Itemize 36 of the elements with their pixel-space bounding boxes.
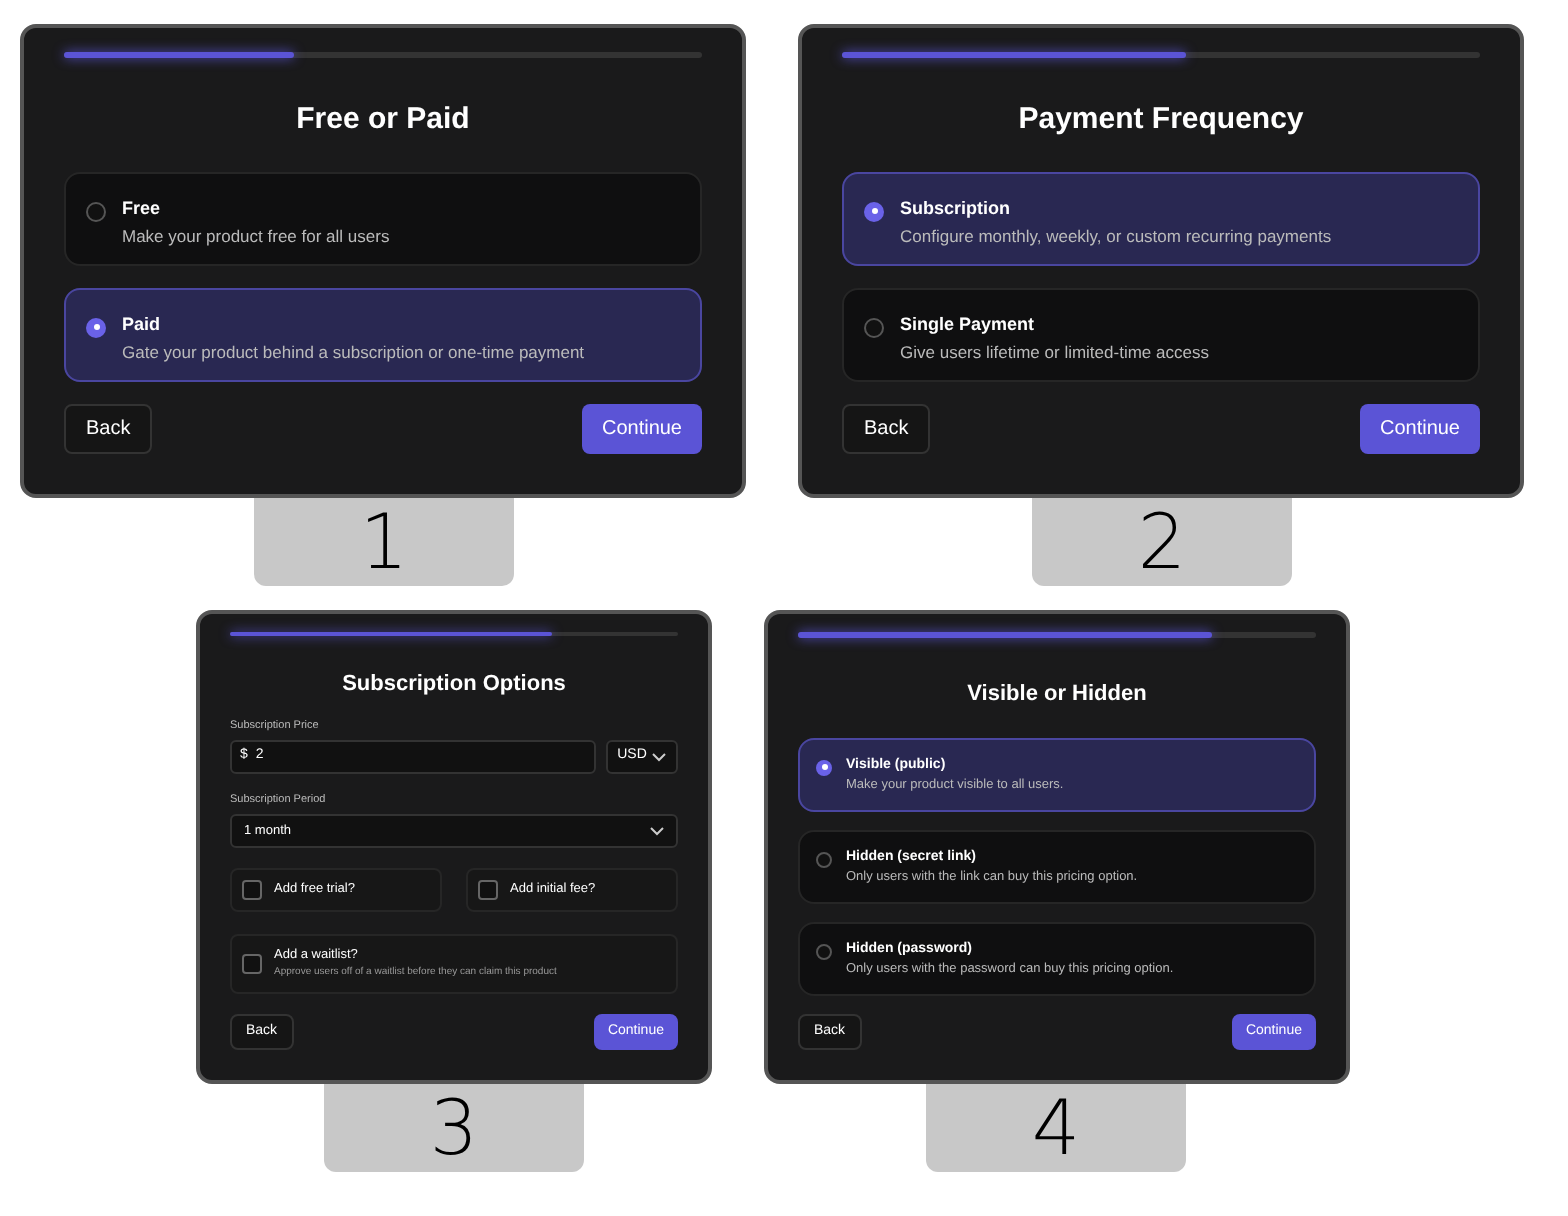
option-title: Single Payment <box>900 315 1037 333</box>
dialog-title: Subscription Options <box>340 670 568 700</box>
step-number: 1 <box>254 498 514 586</box>
dialog-title: Payment Frequency <box>1016 100 1306 140</box>
option-description: Give users lifetime or limited-time access <box>900 343 1209 360</box>
continue-button[interactable]: Continue <box>1359 404 1480 454</box>
step-number: 2 <box>1032 498 1292 586</box>
step-number: 3 <box>324 1084 584 1172</box>
option-description: Configure monthly, weekly, or custom recurring payments <box>900 227 1332 244</box>
back-button[interactable]: Back <box>842 404 931 454</box>
chevron-down-icon <box>650 826 664 836</box>
radio-button[interactable] <box>864 317 884 337</box>
chevron-down-icon <box>652 751 667 762</box>
dialog-title: Free or Paid <box>294 100 472 140</box>
checkbox[interactable] <box>478 880 498 900</box>
radio-button[interactable] <box>86 317 106 337</box>
radio-button[interactable] <box>816 759 832 775</box>
continue-button[interactable]: Continue <box>581 404 702 454</box>
checkbox[interactable] <box>242 954 262 974</box>
checkbox[interactable] <box>242 880 262 900</box>
back-button[interactable]: Back <box>64 404 153 454</box>
radio-button[interactable] <box>86 201 106 221</box>
option-card[interactable]: Paid Gate your product behind a subscription or one-time payment <box>64 287 702 381</box>
option-title: Paid <box>122 315 163 333</box>
option-description: Gate your product behind a subscription or one-time payment <box>122 343 585 360</box>
option-title: Subscription <box>900 199 1013 217</box>
radio-button[interactable] <box>816 851 832 867</box>
option-card[interactable]: Free Make your product free for all users <box>64 171 702 265</box>
dialog-title: Visible or Hidden <box>965 680 1149 710</box>
option-card[interactable]: Single Payment Give users lifetime or limited-time access <box>842 287 1480 381</box>
radio-button[interactable] <box>816 943 832 959</box>
option-title: Free <box>122 199 163 217</box>
radio-button[interactable] <box>864 201 884 221</box>
option-card[interactable]: Subscription Configure monthly, weekly, or custom recurring payments <box>842 171 1480 265</box>
option-description: Make your product free for all users <box>122 227 390 244</box>
step-number: 4 <box>926 1084 1186 1172</box>
